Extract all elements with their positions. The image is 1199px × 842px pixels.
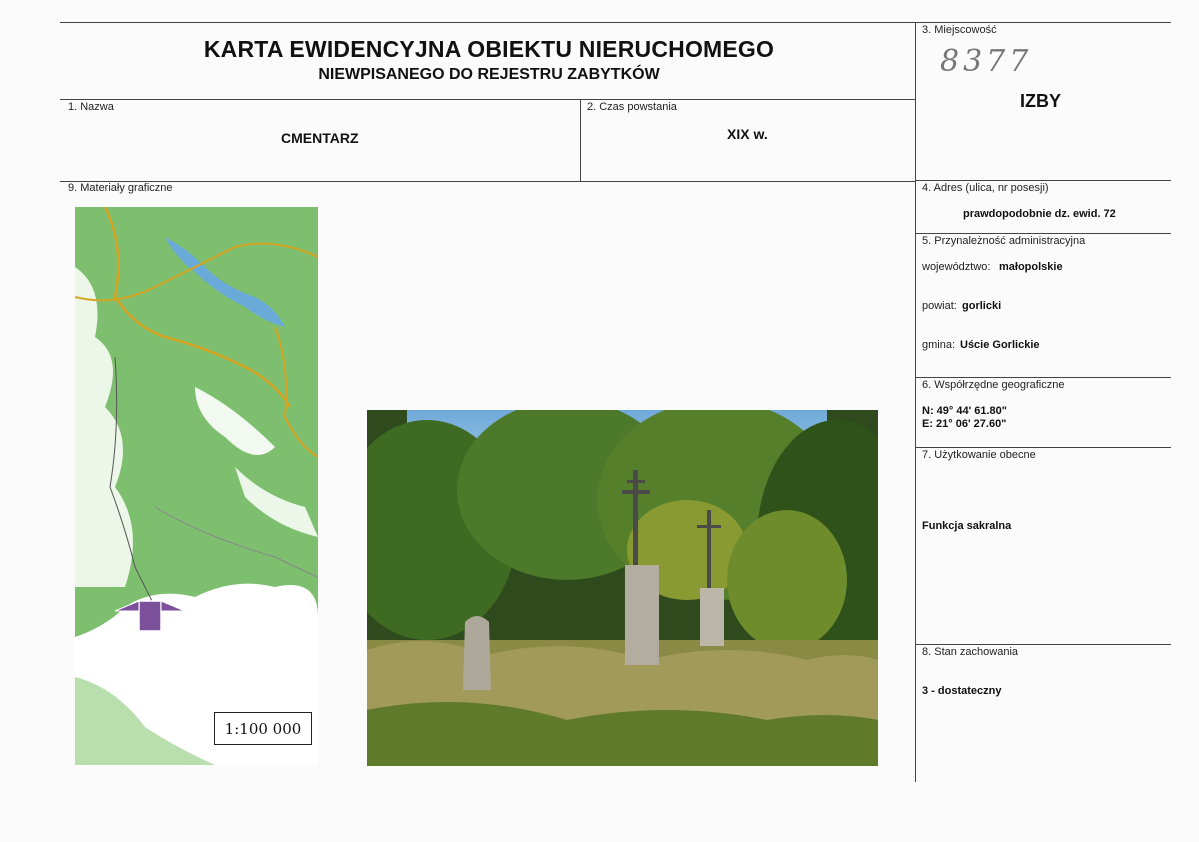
top-border (60, 22, 1171, 23)
cemetery-photo (367, 410, 878, 766)
nazwa-label: 1. Nazwa (68, 101, 114, 113)
document-subtitle: NIEWPISANEGO DO REJESTRU ZABYTKÓW (318, 66, 660, 83)
right-column-divider (915, 22, 916, 782)
wspolrzedne-label: 6. Współrzędne geograficzne (922, 379, 1065, 391)
location-marker-icon (138, 600, 162, 632)
gmina-value: Uście Gorlickie (960, 339, 1040, 351)
stan-label: 8. Stan zachowania (922, 646, 1019, 658)
document-title: KARTA EWIDENCYJNA OBIEKTU NIERUCHOMEGO (203, 36, 775, 62)
materialy-label: 9. Materiały graficzne (68, 182, 173, 194)
nazwa-czas-divider (580, 99, 581, 181)
powiat-value: gorlicki (962, 300, 1002, 312)
stan-value: 3 - dostateczny (922, 685, 1002, 697)
right-divider-3 (915, 180, 1171, 181)
uzytkowanie-value: Funkcja sakralna (922, 520, 1012, 532)
adres-label: 4. Adres (ulica, nr posesji) (922, 182, 1049, 194)
right-divider-7 (915, 644, 1171, 645)
latitude-value: N: 49° 44' 61.80" (922, 405, 1008, 417)
nazwa-value: CMENTARZ (281, 130, 359, 146)
row-divider-1 (60, 99, 915, 100)
miejscowosc-label: 3. Miejscowość (922, 24, 997, 36)
gmina-label: gmina: (922, 339, 956, 351)
miejscowosc-value: IZBY (1020, 91, 1062, 111)
row-divider-2 (60, 181, 915, 182)
wojewodztwo-label: województwo: (922, 261, 991, 273)
powiat-label: powiat: (922, 300, 957, 312)
longitude-value: E: 21° 06' 27.60" (922, 418, 1007, 430)
czas-value: XIX w. (727, 126, 768, 142)
handwritten-number: 8377 (940, 44, 1033, 79)
adres-value: prawdopodobnie dz. ewid. 72 (963, 208, 1116, 220)
location-map (75, 207, 318, 765)
map-scale: 1:100 000 (214, 712, 312, 745)
czas-label: 2. Czas powstania (587, 101, 677, 113)
przynaleznosc-label: 5. Przynależność administracyjna (922, 235, 1086, 247)
right-divider-6 (915, 447, 1171, 448)
wojewodztwo-value: małopolskie (999, 261, 1063, 273)
right-divider-4 (915, 233, 1171, 234)
uzytkowanie-label: 7. Użytkowanie obecne (922, 449, 1036, 461)
right-divider-5 (915, 377, 1171, 378)
